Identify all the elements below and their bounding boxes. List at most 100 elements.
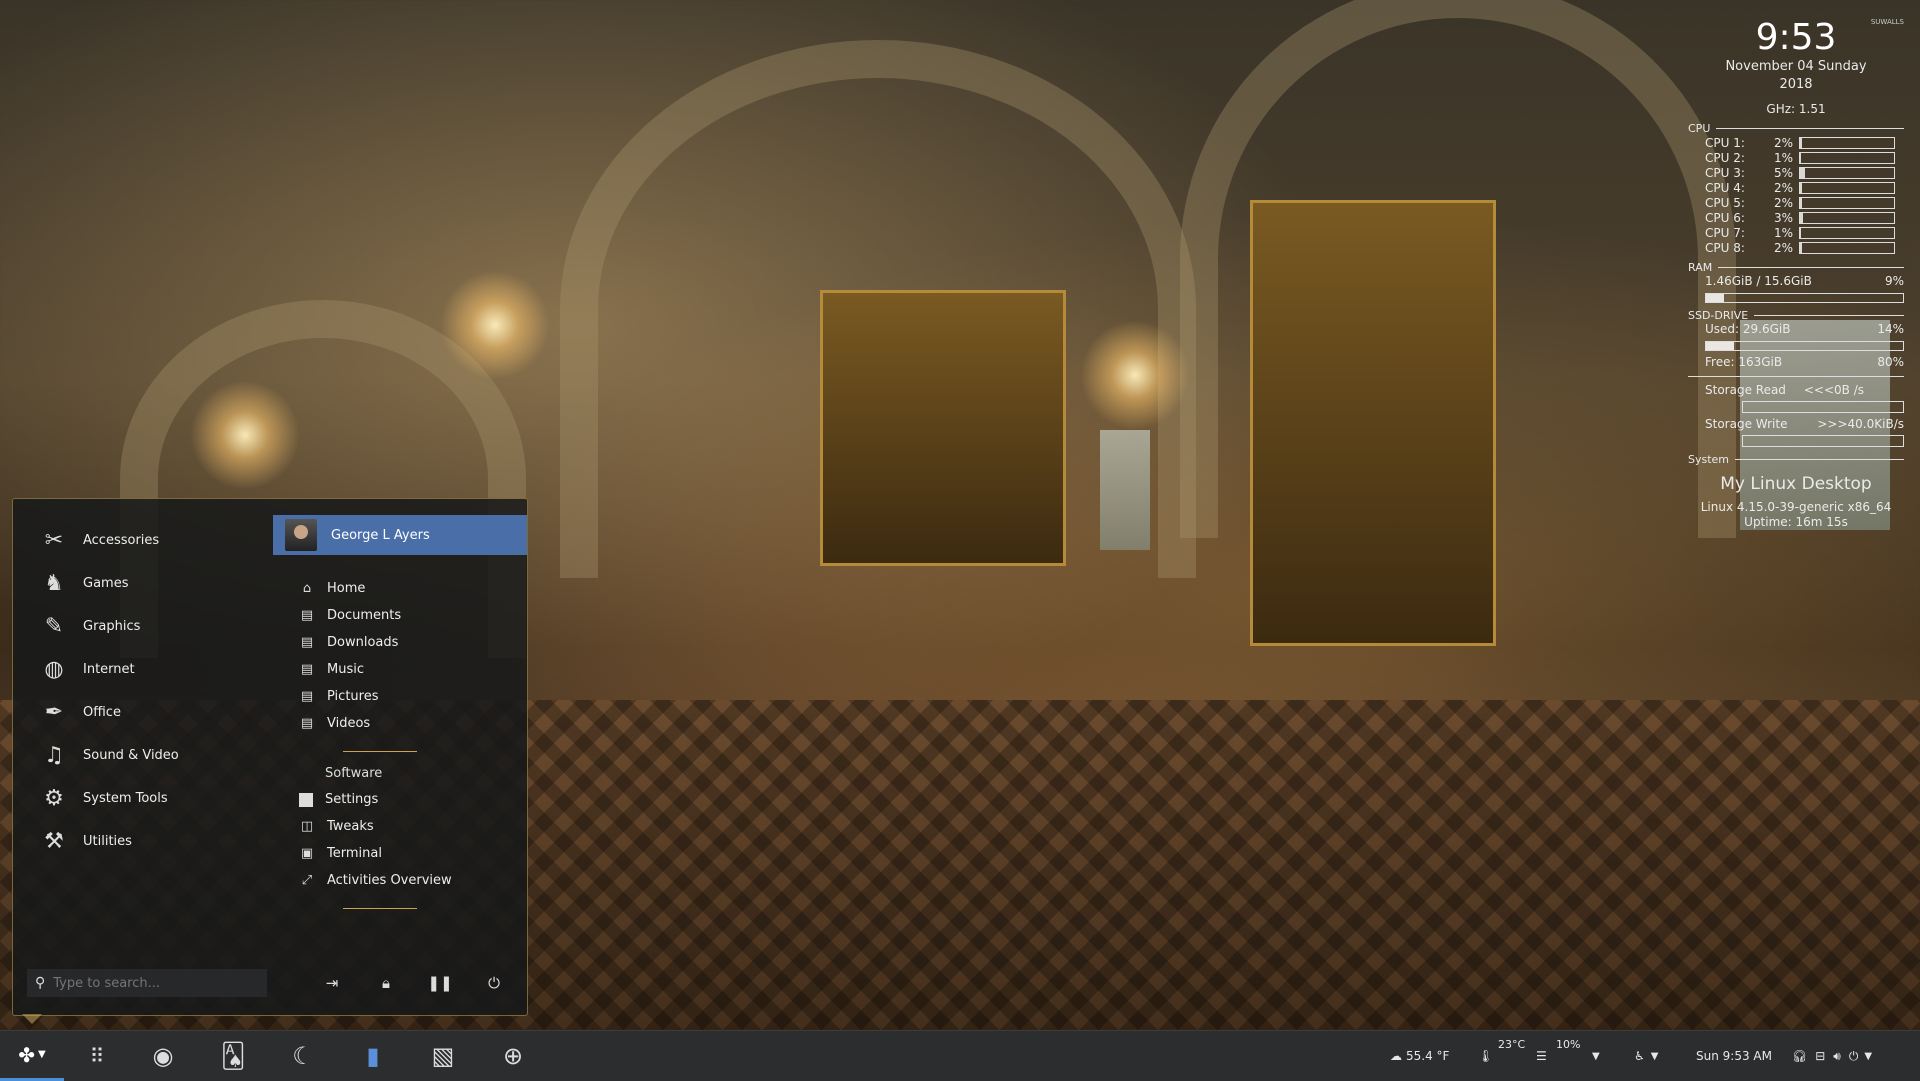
help-launcher[interactable]: ⊕ [490,1031,536,1081]
place-pictures[interactable]: ▤ Pictures [299,683,529,710]
cpu-pct: 2% [1773,135,1793,150]
cpu-graph [1799,241,1895,254]
place-videos[interactable]: ▤ Videos [299,710,529,737]
ssd-header-label: SSD-DRIVE [1688,309,1749,322]
firefox-launcher[interactable]: ◉ [140,1031,186,1081]
terminal-icon: ▣ [300,846,314,861]
chevron-down-icon: ▼ [1864,1050,1873,1062]
lifebuoy-icon: ⊕ [502,1042,524,1070]
category-office[interactable]: ✒ Office [39,691,259,734]
system-item-tweaks[interactable]: ◫ Tweaks [299,813,529,840]
disk-dropdown[interactable]: ▼ [1592,1031,1600,1081]
system-item-settings[interactable]: Settings [299,786,529,813]
category-internet[interactable]: ◍ Internet [39,648,259,691]
app-grid-launcher[interactable]: ⠿ [74,1031,120,1081]
ram-bar [1705,293,1904,303]
system-item-label: Tweaks [327,819,374,834]
ram-header-label: RAM [1688,261,1713,274]
storage-read-value: <<<0B /s [1803,383,1864,397]
user-account-button[interactable]: George L Ayers [273,515,527,555]
divider [1716,128,1904,129]
storage-write-graph [1742,435,1904,447]
document-icon: ▧ [431,1042,455,1070]
system-status-area[interactable]: 🎧︎ ⊟ 🔊︎ ⏻ ▼ [1792,1031,1872,1081]
storage-write-row: Storage Write >>>40.0KiB/s [1705,417,1904,432]
accessibility-menu[interactable]: ♿︎ ▼ [1634,1031,1658,1081]
power-icon: ⏻ [1848,1048,1859,1063]
menu-button[interactable]: ✤ ▼ [0,1031,64,1081]
place-music[interactable]: ▤ Music [299,656,529,683]
divider [1718,267,1904,268]
clock[interactable]: Sun 9:53 AM [1696,1031,1772,1081]
ram-value: 1.46GiB / 15.6GiB [1705,274,1812,288]
thermometer-indicator[interactable]: 🌡︎ [1478,1031,1493,1081]
chevron-down-icon: ▼ [38,1049,46,1060]
office-icon: ✒ [44,700,64,725]
moon-icon: ☾ [292,1042,314,1070]
user-name: George L Ayers [331,527,430,543]
ssd-free-row: Free: 163GiB 80% [1705,355,1904,370]
conky-brand: SUWALLS [1870,18,1904,26]
logout-icon[interactable]: ⇥ [305,969,359,997]
folder-icon: ▤ [300,635,314,650]
cpu-graph-fill [1800,137,1802,148]
power-icon[interactable]: ⏻ [467,969,521,997]
place-label: Home [327,581,366,596]
category-label: System Tools [83,791,168,806]
weather-temp: 55.4 °F [1406,1049,1450,1063]
divider [1735,459,1904,460]
weather-indicator[interactable]: ☁ 55.4 °F [1390,1031,1449,1081]
cpu-graph [1799,151,1895,164]
place-home[interactable]: ⌂ Home [299,575,529,602]
wallpaper-chandelier-1 [440,270,550,380]
headphones-icon: 🎧︎ [1792,1049,1808,1063]
category-sound-video[interactable]: ♫ Sound & Video [39,734,259,777]
cpu-label: CPU 8: [1705,240,1745,255]
cpu-graph-fill [1800,167,1805,178]
conky-monitor: SUWALLS 9:53 November 04 Sunday 2018 GHz… [1688,18,1904,530]
cpu-list: CPU 1: 2% CPU 2: 1% CPU 3: 5% CPU 4: 2% CPU 5: 2%… [1688,135,1904,255]
cpu-label: CPU 4: [1705,180,1745,195]
file-icon: ▮ [366,1042,380,1070]
system-item-activities-overview[interactable]: ⤢ Activities Overview [299,867,529,894]
system-item-terminal[interactable]: ▣ Terminal [299,840,529,867]
weather-app-launcher[interactable]: ☾ [280,1031,326,1081]
cpu-row: CPU 6: 3% [1705,210,1904,225]
files-launcher[interactable]: ▮ [350,1031,396,1081]
database-icon: ☰ [1536,1049,1547,1063]
system-item-label: Settings [325,792,379,807]
category-games[interactable]: ♞ Games [39,562,259,605]
search-box[interactable]: ⚲ [27,969,267,997]
ssd-bar-fill [1706,342,1734,350]
avatar [285,519,317,551]
cpu-label: CPU 2: [1705,150,1745,165]
folder-icon: ▤ [300,716,314,731]
accessories-icon: ✂ [44,528,64,553]
chevron-down-icon: ▼ [1650,1050,1659,1062]
divider-row [1688,376,1904,377]
taskbar: ✤ ▼ ⠿ ◉ 🂡︎ ☾ ▮ ▧ ⊕ ☁ 55.4 °F 🌡︎ 23°C ☰ 10%… [0,1030,1920,1081]
wallpaper-arch-center [560,40,1196,578]
divider [343,751,417,752]
category-graphics[interactable]: ✎ Graphics [39,605,259,648]
divider [1688,376,1904,377]
category-system-tools[interactable]: ⚙ System Tools [39,777,259,820]
document-launcher[interactable]: ▧ [420,1031,466,1081]
disk-indicator[interactable]: ☰ [1536,1031,1547,1081]
category-accessories[interactable]: ✂ Accessories [39,519,259,562]
cards-launcher[interactable]: 🂡︎ [210,1031,256,1081]
place-documents[interactable]: ▤ Documents [299,602,529,629]
chevron-down-icon: ▼ [1592,1050,1600,1062]
ram-row: 1.46GiB / 15.6GiB 9% [1705,274,1904,289]
cpu-temp: 23°C [1498,1038,1526,1051]
suspend-icon[interactable]: ❚❚ [413,969,467,997]
app-grid-icon: ⠿ [89,1044,105,1068]
search-input[interactable] [51,974,246,992]
place-downloads[interactable]: ▤ Downloads [299,629,529,656]
cpu-row: CPU 2: 1% [1705,150,1904,165]
category-utilities[interactable]: ⚒ Utilities [39,820,259,863]
session-buttons: ⇥ 🔒︎ ❚❚ ⏻ [305,969,521,997]
ssd-free-pct: 80% [1877,355,1904,369]
lock-icon[interactable]: 🔒︎ [359,969,413,997]
kernel-version: Linux 4.15.0-39-generic x86_64 [1700,500,1892,514]
